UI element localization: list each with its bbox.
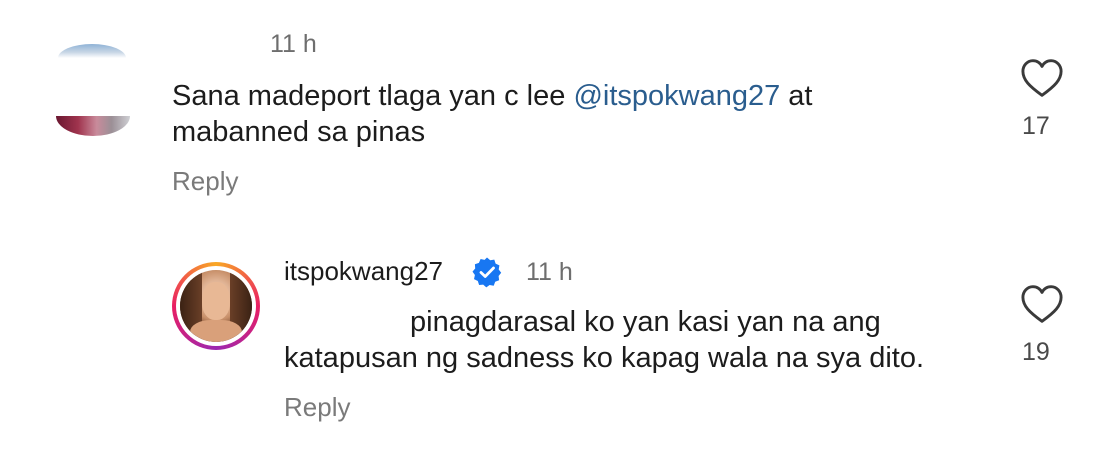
reply-username[interactable]: itspokwang27 — [284, 256, 443, 287]
comment-text-before: Sana madeport tlaga yan c lee — [172, 80, 574, 112]
reply-button[interactable]: Reply — [172, 166, 238, 197]
comment-timestamp: 11 h — [270, 30, 317, 58]
verified-badge-icon — [471, 256, 503, 288]
heart-icon[interactable] — [1020, 284, 1064, 324]
profile-photo — [180, 270, 252, 342]
reply-button[interactable]: Reply — [284, 392, 350, 423]
like-count: 17 — [1022, 112, 1050, 140]
heart-icon[interactable] — [1020, 58, 1064, 98]
avatar-bottom-edge — [56, 116, 130, 136]
comment-text: Sana madeport tlaga yan c lee @itspokwan… — [172, 78, 932, 150]
comment-thread: 11 h Sana madeport tlaga yan c lee @itsp… — [0, 0, 1120, 460]
reply-text-line-2: katapusan ng sadness ko kapag wala na sy… — [284, 342, 925, 374]
avatar-top-edge — [58, 44, 126, 58]
reply-text-line-1: pinagdarasal ko yan kasi yan na ang — [410, 306, 881, 338]
like-count: 19 — [1022, 338, 1050, 366]
reply-avatar[interactable] — [172, 262, 260, 350]
reply-timestamp: 11 h — [526, 258, 573, 286]
mention-link[interactable]: @itspokwang27 — [573, 80, 780, 112]
commenter-avatar[interactable] — [50, 0, 134, 152]
